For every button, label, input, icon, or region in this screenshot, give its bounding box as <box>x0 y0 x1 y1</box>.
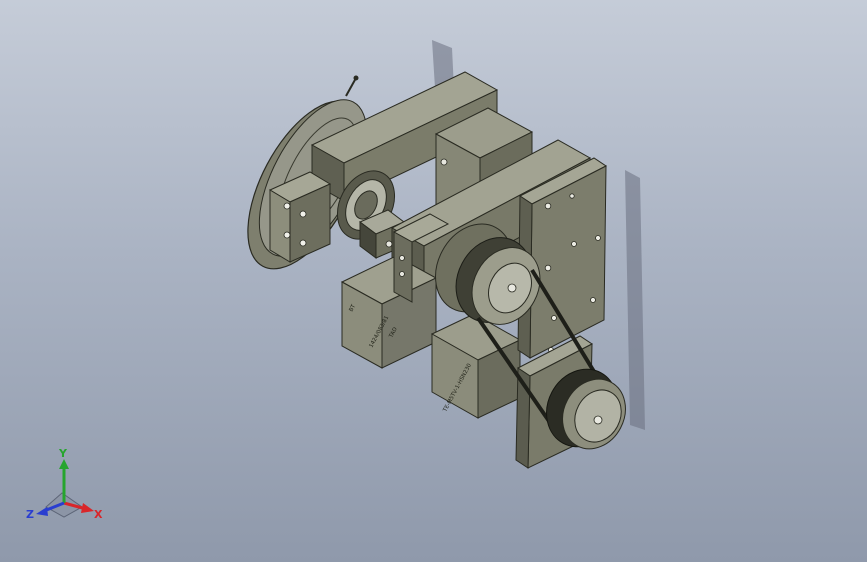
3d-model-assembly[interactable]: BT 1424/083/81 TAD TE-M5TV-1-HSN230 <box>0 0 867 562</box>
z-axis-label: Z <box>26 508 34 521</box>
graphics-viewport[interactable]: BT 1424/083/81 TAD TE-M5TV-1-HSN230 Y X … <box>0 0 867 562</box>
axis-triad: Y X Z <box>26 447 103 521</box>
x-arrow-icon <box>81 503 94 513</box>
clamp-block-left[interactable] <box>268 171 332 263</box>
motor-body[interactable]: BT 1424/083/81 TAD <box>340 255 438 369</box>
z-arrow-icon <box>36 507 48 516</box>
y-arrow-icon <box>59 459 69 469</box>
y-axis-label: Y <box>58 447 68 460</box>
x-axis-label: X <box>94 508 103 521</box>
gear-motor[interactable]: TE-M5TV-1-HSN230 <box>430 313 522 419</box>
